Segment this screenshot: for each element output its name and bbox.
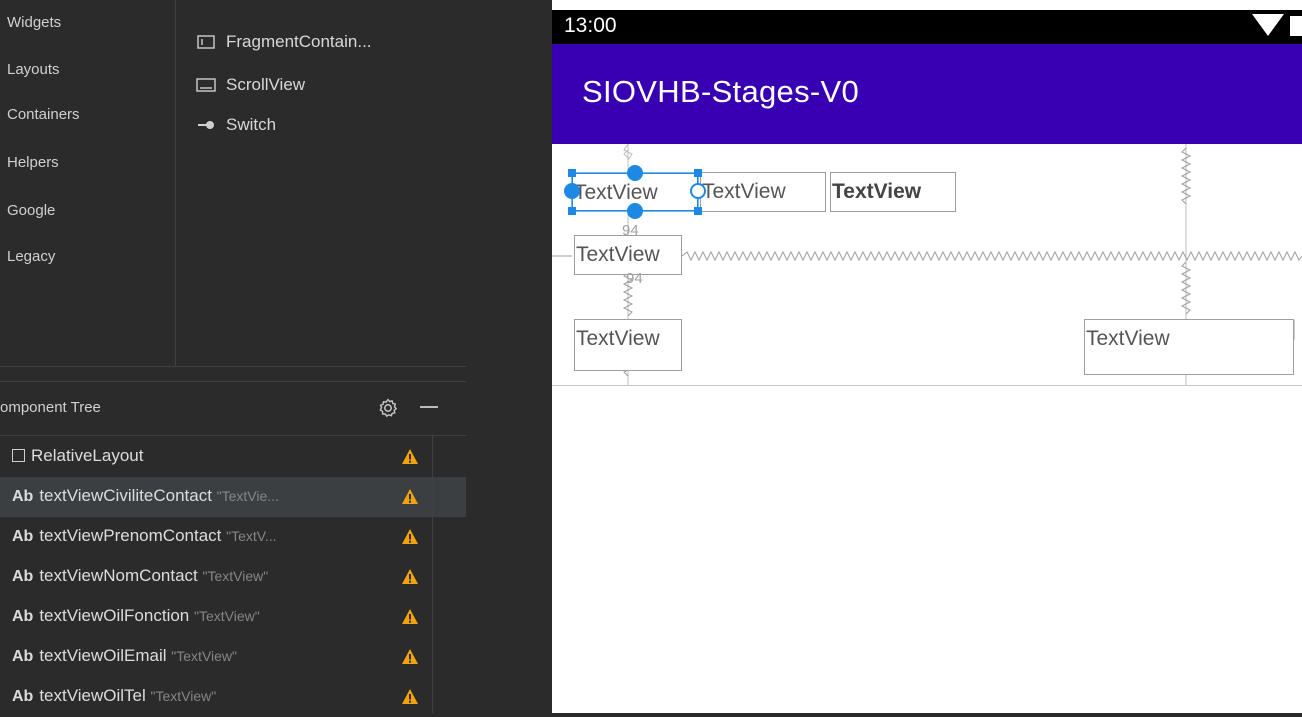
tree-row-label: Ab textViewNomContact "TextView" (12, 566, 268, 586)
palette-category-helpers[interactable]: Helpers (7, 154, 59, 171)
design-preview[interactable]: 13:00 SIOVHB-Stages-V0 TextView TextView… (552, 0, 1302, 713)
scrollview-icon (196, 78, 216, 92)
warning-icon[interactable] (401, 448, 419, 465)
warning-icon[interactable] (401, 488, 419, 505)
app-bar: SIOVHB-Stages-V0 (552, 44, 1302, 144)
palette-category-legacy[interactable]: Legacy (7, 248, 55, 265)
tree-row-root[interactable]: RelativeLayout (0, 437, 466, 477)
palette-category-containers[interactable]: Containers (7, 106, 80, 123)
textview-icon: Ab (12, 528, 34, 545)
constraint-anchor-top[interactable] (627, 165, 643, 181)
tree-row-label: Ab textViewOilEmail "TextView" (12, 646, 237, 666)
textview-icon: Ab (12, 688, 34, 705)
switch-icon (196, 118, 216, 132)
layout-canvas[interactable]: TextView TextView TextView TextView Text… (552, 144, 1302, 386)
tree-row-label: Ab textViewOilFonction "TextView" (12, 606, 260, 626)
palette-categories: Widgets Layouts Containers Helpers Googl… (0, 0, 176, 366)
warning-icon[interactable] (401, 688, 419, 705)
resize-handle-bottom-left[interactable] (568, 207, 576, 215)
textview-icon: Ab (12, 568, 34, 585)
constraint-anchor-bottom[interactable] (627, 203, 643, 219)
tree-row[interactable]: Ab textViewNomContact "TextView" (0, 557, 466, 597)
warning-icon[interactable] (401, 608, 419, 625)
tree-row-id: textViewOilEmail (39, 646, 167, 665)
relative-layout-icon (12, 448, 25, 462)
component-tree: RelativeLayout Ab textViewCiviliteContact… (0, 436, 466, 713)
tree-row-text: "TextView" (171, 648, 238, 664)
textview-icon: Ab (12, 648, 34, 665)
tree-row-id: textViewOilFonction (39, 606, 190, 625)
palette-item-switch[interactable]: Switch (196, 113, 276, 137)
tree-row[interactable]: Ab textViewPrenomContact "TextV... (0, 517, 466, 557)
minimize-icon[interactable] (420, 406, 438, 408)
palette-item-scrollview[interactable]: ScrollView (196, 73, 305, 97)
tree-row-text: "TextV... (226, 528, 277, 544)
tree-row[interactable]: Ab textViewCiviliteContact "TextVie... (0, 477, 466, 517)
tree-row-id: textViewNomContact (39, 566, 198, 585)
palette-item-label: FragmentContain... (226, 32, 372, 51)
palette-item-label: ScrollView (226, 75, 306, 94)
tree-row-id: textViewPrenomContact (39, 526, 222, 545)
divider (0, 366, 466, 367)
palette-panel: Widgets Layouts Containers Helpers Googl… (0, 0, 466, 366)
tree-row-id: textViewOilTel (39, 686, 146, 705)
tree-row-id: textViewCiviliteContact (39, 486, 212, 505)
palette-category-layouts[interactable]: Layouts (7, 61, 60, 78)
tree-row-label: Ab textViewCiviliteContact "TextVie... (12, 486, 279, 506)
battery-icon (1290, 16, 1302, 36)
palette-category-google[interactable]: Google (7, 202, 55, 219)
resize-handle-top-left[interactable] (568, 169, 576, 177)
tree-row[interactable]: Ab textViewOilFonction "TextView" (0, 597, 466, 637)
signal-icon (1252, 14, 1284, 36)
warning-icon[interactable] (401, 648, 419, 665)
app-title: SIOVHB-Stages-V0 (582, 74, 860, 109)
tree-row-text: "TextView" (150, 688, 217, 704)
tree-row[interactable]: Ab textViewOilEmail "TextView" (0, 637, 466, 677)
status-time: 13:00 (564, 14, 617, 37)
fragment-container-icon (196, 35, 216, 49)
warning-icon[interactable] (401, 568, 419, 585)
palette-item-fragment-container[interactable]: FragmentContain... (196, 30, 372, 54)
tree-column-divider (432, 436, 433, 713)
warning-icon[interactable] (401, 528, 419, 545)
editor-gutter (466, 0, 552, 713)
component-tree-title: omponent Tree (0, 399, 101, 416)
resize-handle-top-right[interactable] (694, 169, 702, 177)
selection-handles (564, 144, 706, 219)
resize-handle-bottom-right[interactable] (694, 207, 702, 215)
component-tree-header: omponent Tree (0, 382, 466, 434)
status-bar: 13:00 (552, 10, 1302, 44)
constraint-anchor-left[interactable] (564, 183, 580, 199)
tree-row-text: "TextView" (202, 568, 269, 584)
palette-items: FragmentContain... ScrollView Switch (176, 0, 466, 366)
tree-row-label: RelativeLayout (12, 446, 143, 466)
tree-root-label: RelativeLayout (31, 446, 144, 465)
tree-row-label: Ab textViewOilTel "TextView" (12, 686, 216, 706)
textview-icon: Ab (12, 488, 34, 505)
tree-row-text: "TextView" (193, 608, 260, 624)
textview-icon: Ab (12, 608, 34, 625)
palette-item-label: Switch (226, 115, 277, 134)
constraint-anchor-right[interactable] (690, 183, 706, 199)
gear-icon[interactable] (376, 396, 400, 420)
palette-category-widgets[interactable]: Widgets (7, 14, 61, 31)
tree-row-text: "TextVie... (216, 488, 279, 504)
ide-left-panel: Widgets Layouts Containers Helpers Googl… (0, 0, 466, 713)
tree-row-label: Ab textViewPrenomContact "TextV... (12, 526, 277, 546)
tree-row[interactable]: Ab textViewOilTel "TextView" (0, 677, 466, 717)
